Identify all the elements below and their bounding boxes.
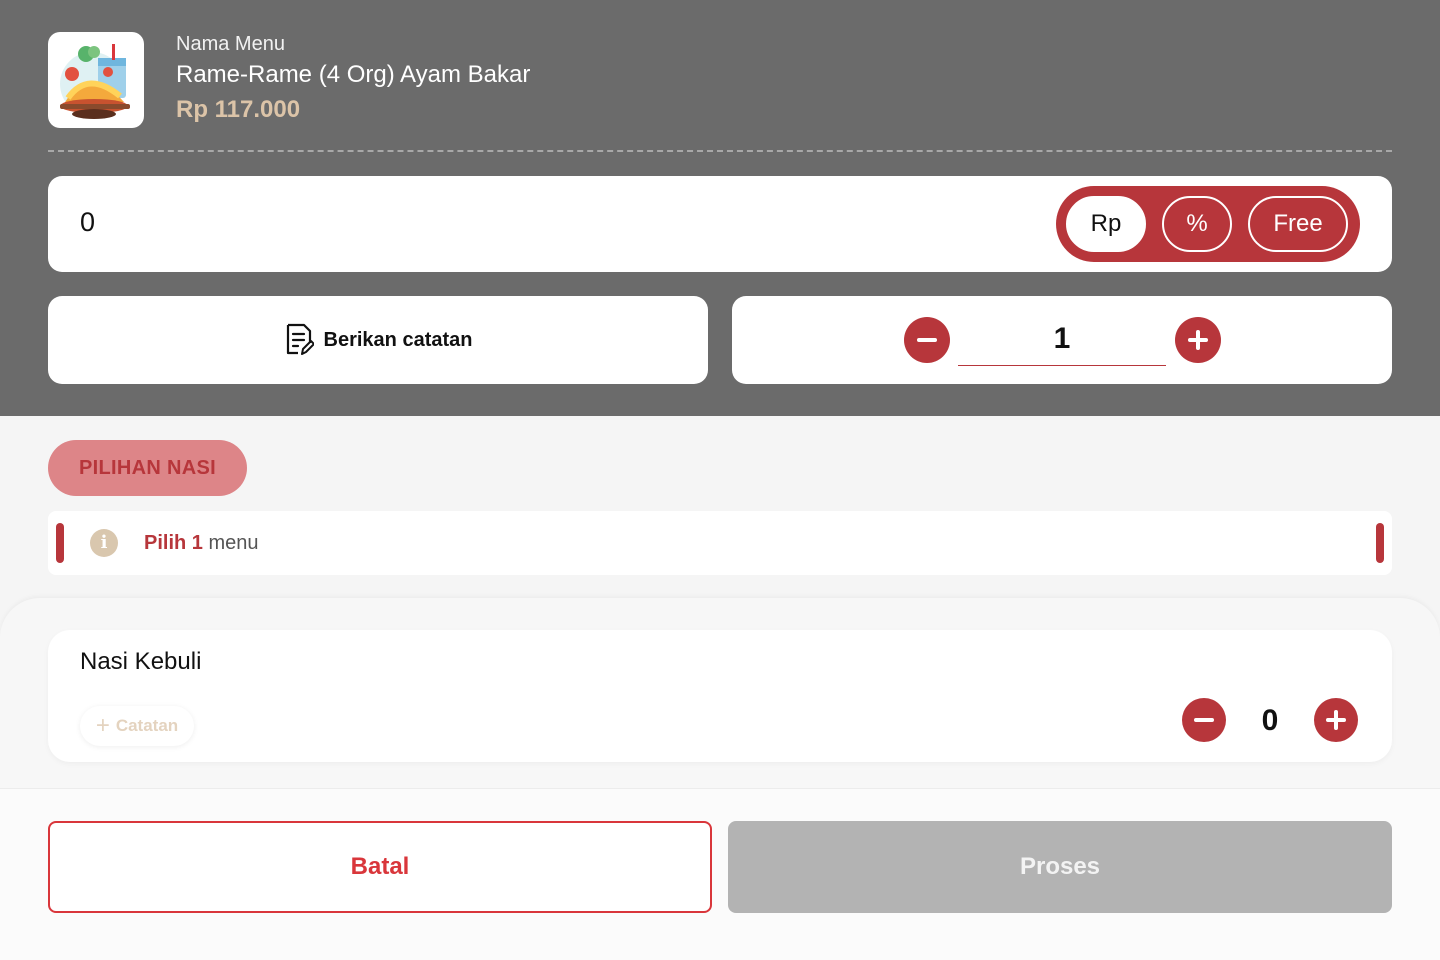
option-item-card: Nasi Kebuli + Catatan 0 — [48, 630, 1392, 762]
section-title-pill: PILIHAN NASI — [48, 440, 247, 496]
discount-option-percent[interactable]: % — [1162, 196, 1232, 252]
selection-suffix: menu — [202, 532, 259, 554]
note-edit-icon — [286, 323, 314, 355]
info-icon: i — [90, 529, 118, 557]
menu-name: Rame-Rame (4 Org) Ayam Bakar — [176, 61, 531, 88]
cancel-button[interactable]: Batal — [48, 821, 712, 913]
option-note-button[interactable]: + Catatan — [80, 706, 194, 746]
action-footer: Batal Proses — [0, 788, 1440, 960]
plus-icon: + — [95, 712, 110, 739]
selection-info-bar: i Pilih 1 menu — [48, 511, 1392, 575]
decrease-quantity-button[interactable] — [904, 317, 950, 363]
option-decrease-button[interactable] — [1182, 698, 1226, 742]
discount-type-toggle: Rp % Free — [1056, 186, 1360, 262]
quantity-stepper: 1 — [732, 296, 1392, 384]
food-plate-icon — [60, 44, 130, 119]
option-note-label: Catatan — [115, 716, 179, 735]
add-note-button[interactable]: Berikan catatan — [48, 296, 708, 384]
option-quantity: 0 — [1261, 704, 1279, 737]
option-item-name: Nasi Kebuli — [80, 648, 202, 675]
option-increase-button[interactable] — [1314, 698, 1358, 742]
info-bar-right-accent — [1376, 523, 1384, 563]
add-note-label: Berikan catatan — [323, 328, 473, 351]
menu-label: Nama Menu — [176, 33, 285, 55]
selection-info-text: Pilih 1 menu — [144, 532, 259, 555]
menu-price: Rp 117.000 — [176, 96, 301, 123]
discount-card: 0 Rp % Free — [48, 176, 1392, 272]
discount-input[interactable]: 0 — [80, 207, 95, 238]
dashed-divider — [48, 150, 1392, 152]
increase-quantity-button[interactable] — [1175, 317, 1221, 363]
menu-thumbnail — [48, 32, 144, 128]
discount-option-rp[interactable]: Rp — [1066, 196, 1146, 252]
info-bar-left-accent — [56, 523, 64, 563]
discount-option-free[interactable]: Free — [1248, 196, 1348, 252]
menu-header-panel: Nama Menu Rame-Rame (4 Org) Ayam Bakar R… — [0, 0, 1440, 416]
quantity-input[interactable]: 1 — [958, 316, 1166, 366]
process-button[interactable]: Proses — [728, 821, 1392, 913]
selection-count: Pilih 1 — [144, 532, 203, 554]
